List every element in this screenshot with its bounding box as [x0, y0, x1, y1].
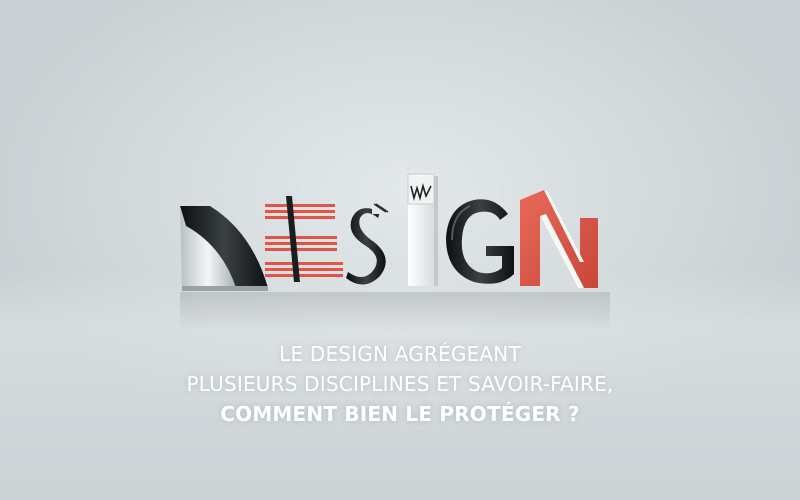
letter-i: [407, 173, 438, 286]
letter-g: [446, 199, 514, 284]
caption-line-1: LE DESIGN AGRÉGEANT: [279, 342, 521, 366]
letter-e: [265, 196, 343, 282]
letter-d: [180, 206, 268, 291]
letter-n: [520, 190, 598, 288]
letter-s: [346, 203, 389, 285]
hero-banner: LE DESIGN AGRÉGEANT PLUSIEURS DISCIPLINE…: [0, 0, 800, 500]
caption-line-3: COMMENT BIEN LE PROTÉGER ?: [220, 402, 580, 426]
caption-line-2: PLUSIEURS DISCIPLINES ET SAVOIR-FAIRE,: [186, 372, 614, 396]
